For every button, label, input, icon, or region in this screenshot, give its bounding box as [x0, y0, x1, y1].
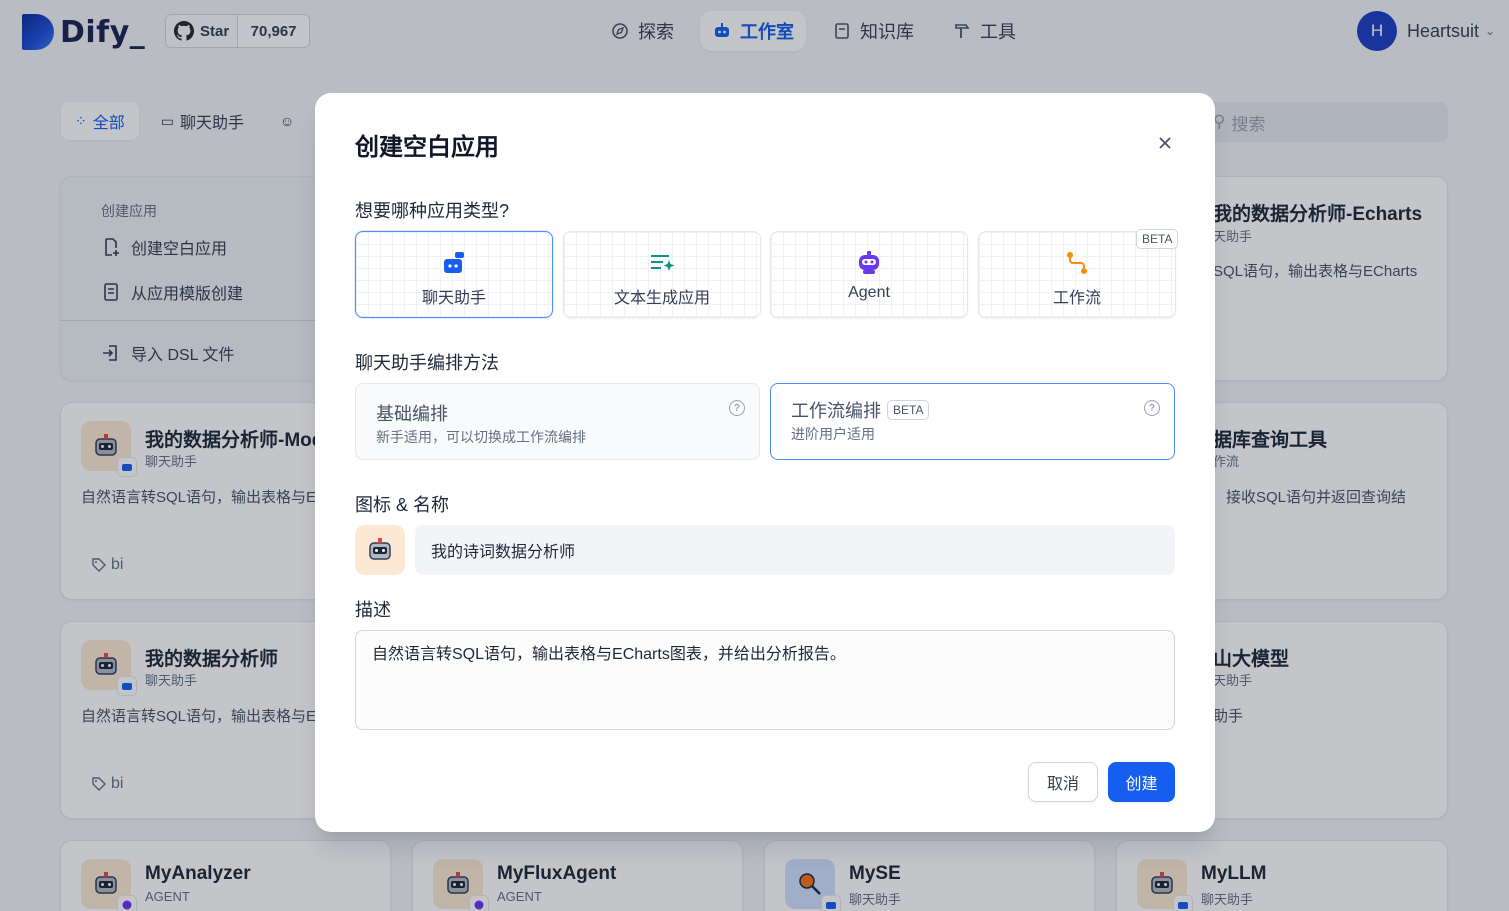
help-icon[interactable]: ?	[1144, 400, 1160, 416]
method-workflow-title: 工作流编排	[791, 401, 881, 421]
workflow-icon	[1064, 250, 1090, 276]
cancel-button[interactable]: 取消	[1028, 762, 1098, 802]
method-basic-title: 基础编排	[376, 404, 448, 424]
beta-badge: BETA	[1136, 229, 1179, 249]
type-workflow-label: 工作流	[1052, 290, 1101, 307]
description-textarea[interactable]: 自然语言转SQL语句，输出表格与ECharts图表，并给出分析报告。	[355, 630, 1175, 730]
robot-face-icon	[369, 538, 391, 560]
method-label: 聊天助手编排方法	[355, 353, 499, 373]
help-icon[interactable]: ?	[729, 400, 745, 416]
modal-title: 创建空白应用	[355, 134, 499, 161]
create-app-modal: 创建空白应用 想要哪种应用类型? 聊天助手 文本生成应用 Agent 工作流 B…	[315, 93, 1215, 832]
description-value: 自然语言转SQL语句，输出表格与ECharts图表，并给出分析报告。	[372, 646, 846, 663]
method-workflow[interactable]: 工作流编排 BETA 进阶用户适用 ?	[770, 383, 1175, 460]
app-name-value: 我的诗词数据分析师	[431, 544, 576, 561]
text-generate-icon	[649, 250, 675, 276]
app-type-label: 想要哪种应用类型?	[355, 201, 510, 221]
create-button[interactable]: 创建	[1108, 762, 1175, 802]
agent-icon	[856, 250, 882, 276]
beta-badge: BETA	[887, 400, 930, 420]
close-icon	[1159, 137, 1171, 149]
app-name-input[interactable]: 我的诗词数据分析师	[415, 525, 1175, 575]
close-button[interactable]	[1153, 131, 1177, 155]
description-label: 描述	[355, 600, 391, 620]
type-text-generation[interactable]: 文本生成应用	[563, 231, 761, 318]
method-basic[interactable]: 基础编排 新手适用，可以切换成工作流编排 ?	[355, 383, 760, 460]
type-agent[interactable]: Agent	[770, 231, 968, 318]
method-basic-subtitle: 新手适用，可以切换成工作流编排	[376, 429, 586, 445]
type-agent-label: Agent	[848, 284, 890, 301]
type-chatbot-label: 聊天助手	[421, 290, 486, 307]
chat-bot-icon	[441, 250, 467, 276]
app-icon-picker[interactable]	[355, 525, 405, 575]
method-workflow-subtitle: 进阶用户适用	[791, 426, 875, 442]
type-chatbot[interactable]: 聊天助手	[355, 231, 553, 318]
icon-name-label: 图标 & 名称	[355, 495, 450, 515]
type-text-generation-label: 文本生成应用	[613, 290, 710, 307]
